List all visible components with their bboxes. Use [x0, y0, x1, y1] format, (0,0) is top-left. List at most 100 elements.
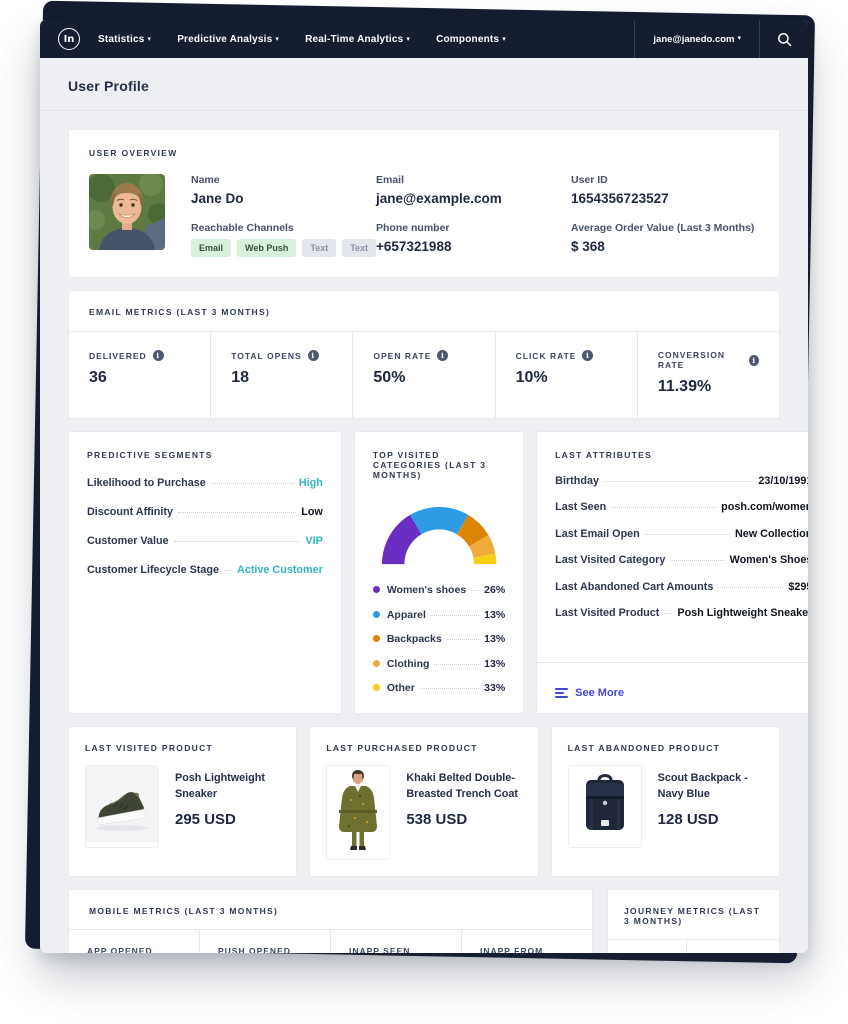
info-icon[interactable]: i: [308, 350, 319, 361]
overview-column: Name Jane Do Reachable Channels Email We…: [191, 174, 376, 257]
backpack-image: [569, 766, 641, 842]
info-icon[interactable]: i: [582, 350, 593, 361]
metric-conversion-rate: CONVERSION RATEi 11.39%: [638, 332, 779, 418]
metric-value: 50%: [373, 369, 474, 387]
segment-value: High: [299, 477, 323, 489]
segment-row: Discount Affinity Low: [87, 506, 323, 518]
card-title: JOURNEY METRICS (LAST 3 MONTHS): [624, 906, 767, 926]
last-visited-product-card: LAST VISITED PRODUCT: [68, 726, 297, 877]
nav-item-label: Real-Time Analytics: [305, 34, 403, 45]
product-name: Posh Lightweight Sneaker: [175, 771, 280, 802]
legend-row: Women's shoes26%: [373, 584, 505, 596]
mobile-metrics-values: APP OPENED 6 PUSH OPENED 14 INAPP SEEN 7: [69, 930, 592, 953]
see-more-button[interactable]: See More: [555, 687, 624, 699]
metric-value: 11.39%: [658, 378, 759, 396]
account-menu[interactable]: jane@janedo.com▾: [634, 20, 760, 58]
legend-label: Other: [387, 682, 415, 694]
metric-completed: COMPLETED 5: [687, 940, 779, 953]
see-more-label: See More: [575, 687, 624, 699]
account-email: jane@janedo.com: [653, 34, 734, 45]
product-body: Posh Lightweight Sneaker 295 USD: [85, 765, 280, 848]
product-price: 128 USD: [658, 811, 763, 828]
user-overview-fields: Name Jane Do Reachable Channels Email We…: [191, 174, 759, 257]
card-title: LAST VISITED PRODUCT: [85, 743, 280, 753]
bottom-metrics-row: MOBILE METRICS (LAST 3 MONTHS) APP OPENE…: [68, 889, 780, 953]
product-info: Scout Backpack - Navy Blue 128 USD: [658, 765, 763, 828]
info-icon[interactable]: i: [749, 355, 759, 366]
legend-value: 13%: [484, 658, 505, 670]
avatar: [89, 174, 165, 250]
metric-total-opens: TOTAL OPENSi 18: [211, 332, 353, 418]
product-price: 538 USD: [406, 811, 521, 828]
attribute-label: Last Visited Category: [555, 554, 665, 566]
metric-label-text: CLICK RATE: [516, 351, 577, 361]
field-label: User ID: [571, 174, 759, 186]
card-header: MOBILE METRICS (LAST 3 MONTHS): [69, 890, 592, 930]
attribute-row: Birthday23/10/1991: [555, 475, 808, 487]
nav-item-label: Predictive Analysis: [177, 34, 272, 45]
metric-label: INAPP SEEN: [349, 946, 443, 953]
card-title: LAST PURCHASED PRODUCT: [326, 743, 521, 753]
attribute-label: Last Abandoned Cart Amounts: [555, 581, 713, 593]
logo-icon: In: [58, 28, 80, 50]
metric-value: 36: [89, 369, 190, 387]
info-icon[interactable]: i: [153, 350, 164, 361]
legend-value: 13%: [484, 609, 505, 621]
channel-badge: Text: [342, 239, 376, 257]
nav-item-components[interactable]: Components▾: [436, 34, 506, 45]
dotted-leader: [178, 512, 296, 513]
nav-item-real-time-analytics[interactable]: Real-Time Analytics▾: [305, 34, 410, 45]
avatar-photo: [89, 174, 165, 250]
product-body: Scout Backpack - Navy Blue 128 USD: [568, 765, 763, 848]
legend-value: 33%: [484, 682, 505, 694]
journey-metrics-card: JOURNEY METRICS (LAST 3 MONTHS) ENTERED …: [607, 889, 780, 953]
search-button[interactable]: [760, 20, 808, 58]
metric-click-rate: CLICK RATEi 10%: [496, 332, 638, 418]
field-value: jane@example.com: [376, 191, 571, 206]
segment-label: Customer Lifecycle Stage: [87, 564, 219, 576]
legend-label: Backpacks: [387, 633, 442, 645]
dotted-leader: [718, 587, 783, 588]
search-icon: [777, 32, 792, 47]
field-value: $ 368: [571, 239, 759, 254]
product-info: Khaki Belted Double-Breasted Trench Coat…: [406, 765, 521, 828]
top-navbar: In Statistics▾ Predictive Analysis▾ Real…: [40, 20, 808, 58]
product-image: [85, 765, 159, 848]
metric-app-opened: APP OPENED 6: [69, 930, 200, 953]
segment-row: Customer Lifecycle StageActive Customer: [87, 564, 323, 576]
legend-label: Apparel: [387, 609, 426, 621]
nav-item-predictive-analysis[interactable]: Predictive Analysis▾: [177, 34, 279, 45]
field-reachable-channels: Reachable Channels Email Web Push Text T…: [191, 222, 376, 257]
dotted-leader: [447, 639, 479, 640]
card-title: LAST ABANDONED PRODUCT: [568, 743, 763, 753]
card-title: USER OVERVIEW: [89, 148, 759, 158]
metric-label: OPEN RATEi: [373, 350, 474, 361]
segment-value: VIP: [305, 535, 322, 547]
last-attributes-card: LAST ATTRIBUTES Birthday23/10/1991 Last …: [536, 431, 808, 714]
metric-push-opened: PUSH OPENED 14: [200, 930, 331, 953]
attribute-value: posh.com/women: [721, 501, 808, 513]
metric-label: CLICK RATE i: [516, 350, 617, 361]
metric-label-text: DELIVERED: [89, 351, 147, 361]
brand-logo[interactable]: In: [40, 20, 98, 58]
segment-value: Low: [301, 506, 323, 518]
channel-badges: Email Web Push Text Text: [191, 239, 376, 257]
page-title: User Profile: [68, 78, 780, 94]
attribute-label: Birthday: [555, 475, 599, 487]
segment-label: Discount Affinity: [87, 506, 173, 518]
field-value: Jane Do: [191, 191, 376, 206]
chevron-down-icon: ▾: [737, 34, 741, 42]
info-icon[interactable]: i: [437, 350, 448, 361]
content: USER OVERVIEW: [40, 111, 808, 953]
attribute-label: Last Seen: [555, 501, 606, 513]
card-title: PREDICTIVE SEGMENTS: [87, 450, 323, 460]
legend-dot: [373, 660, 380, 667]
attribute-value: $295: [788, 581, 808, 593]
nav-item-statistics[interactable]: Statistics▾: [98, 34, 151, 45]
email-metrics-card: EMAIL METRICS (LAST 3 MONTHS) DELIVEREDi…: [68, 290, 780, 419]
logo-text: In: [64, 34, 75, 45]
field-name: Name Jane Do: [191, 174, 376, 206]
chevron-down-icon: ▾: [406, 36, 410, 43]
metric-delivered: DELIVERED i 36: [69, 332, 211, 418]
metric-label: INAPP FROM PUSH: [480, 946, 574, 953]
